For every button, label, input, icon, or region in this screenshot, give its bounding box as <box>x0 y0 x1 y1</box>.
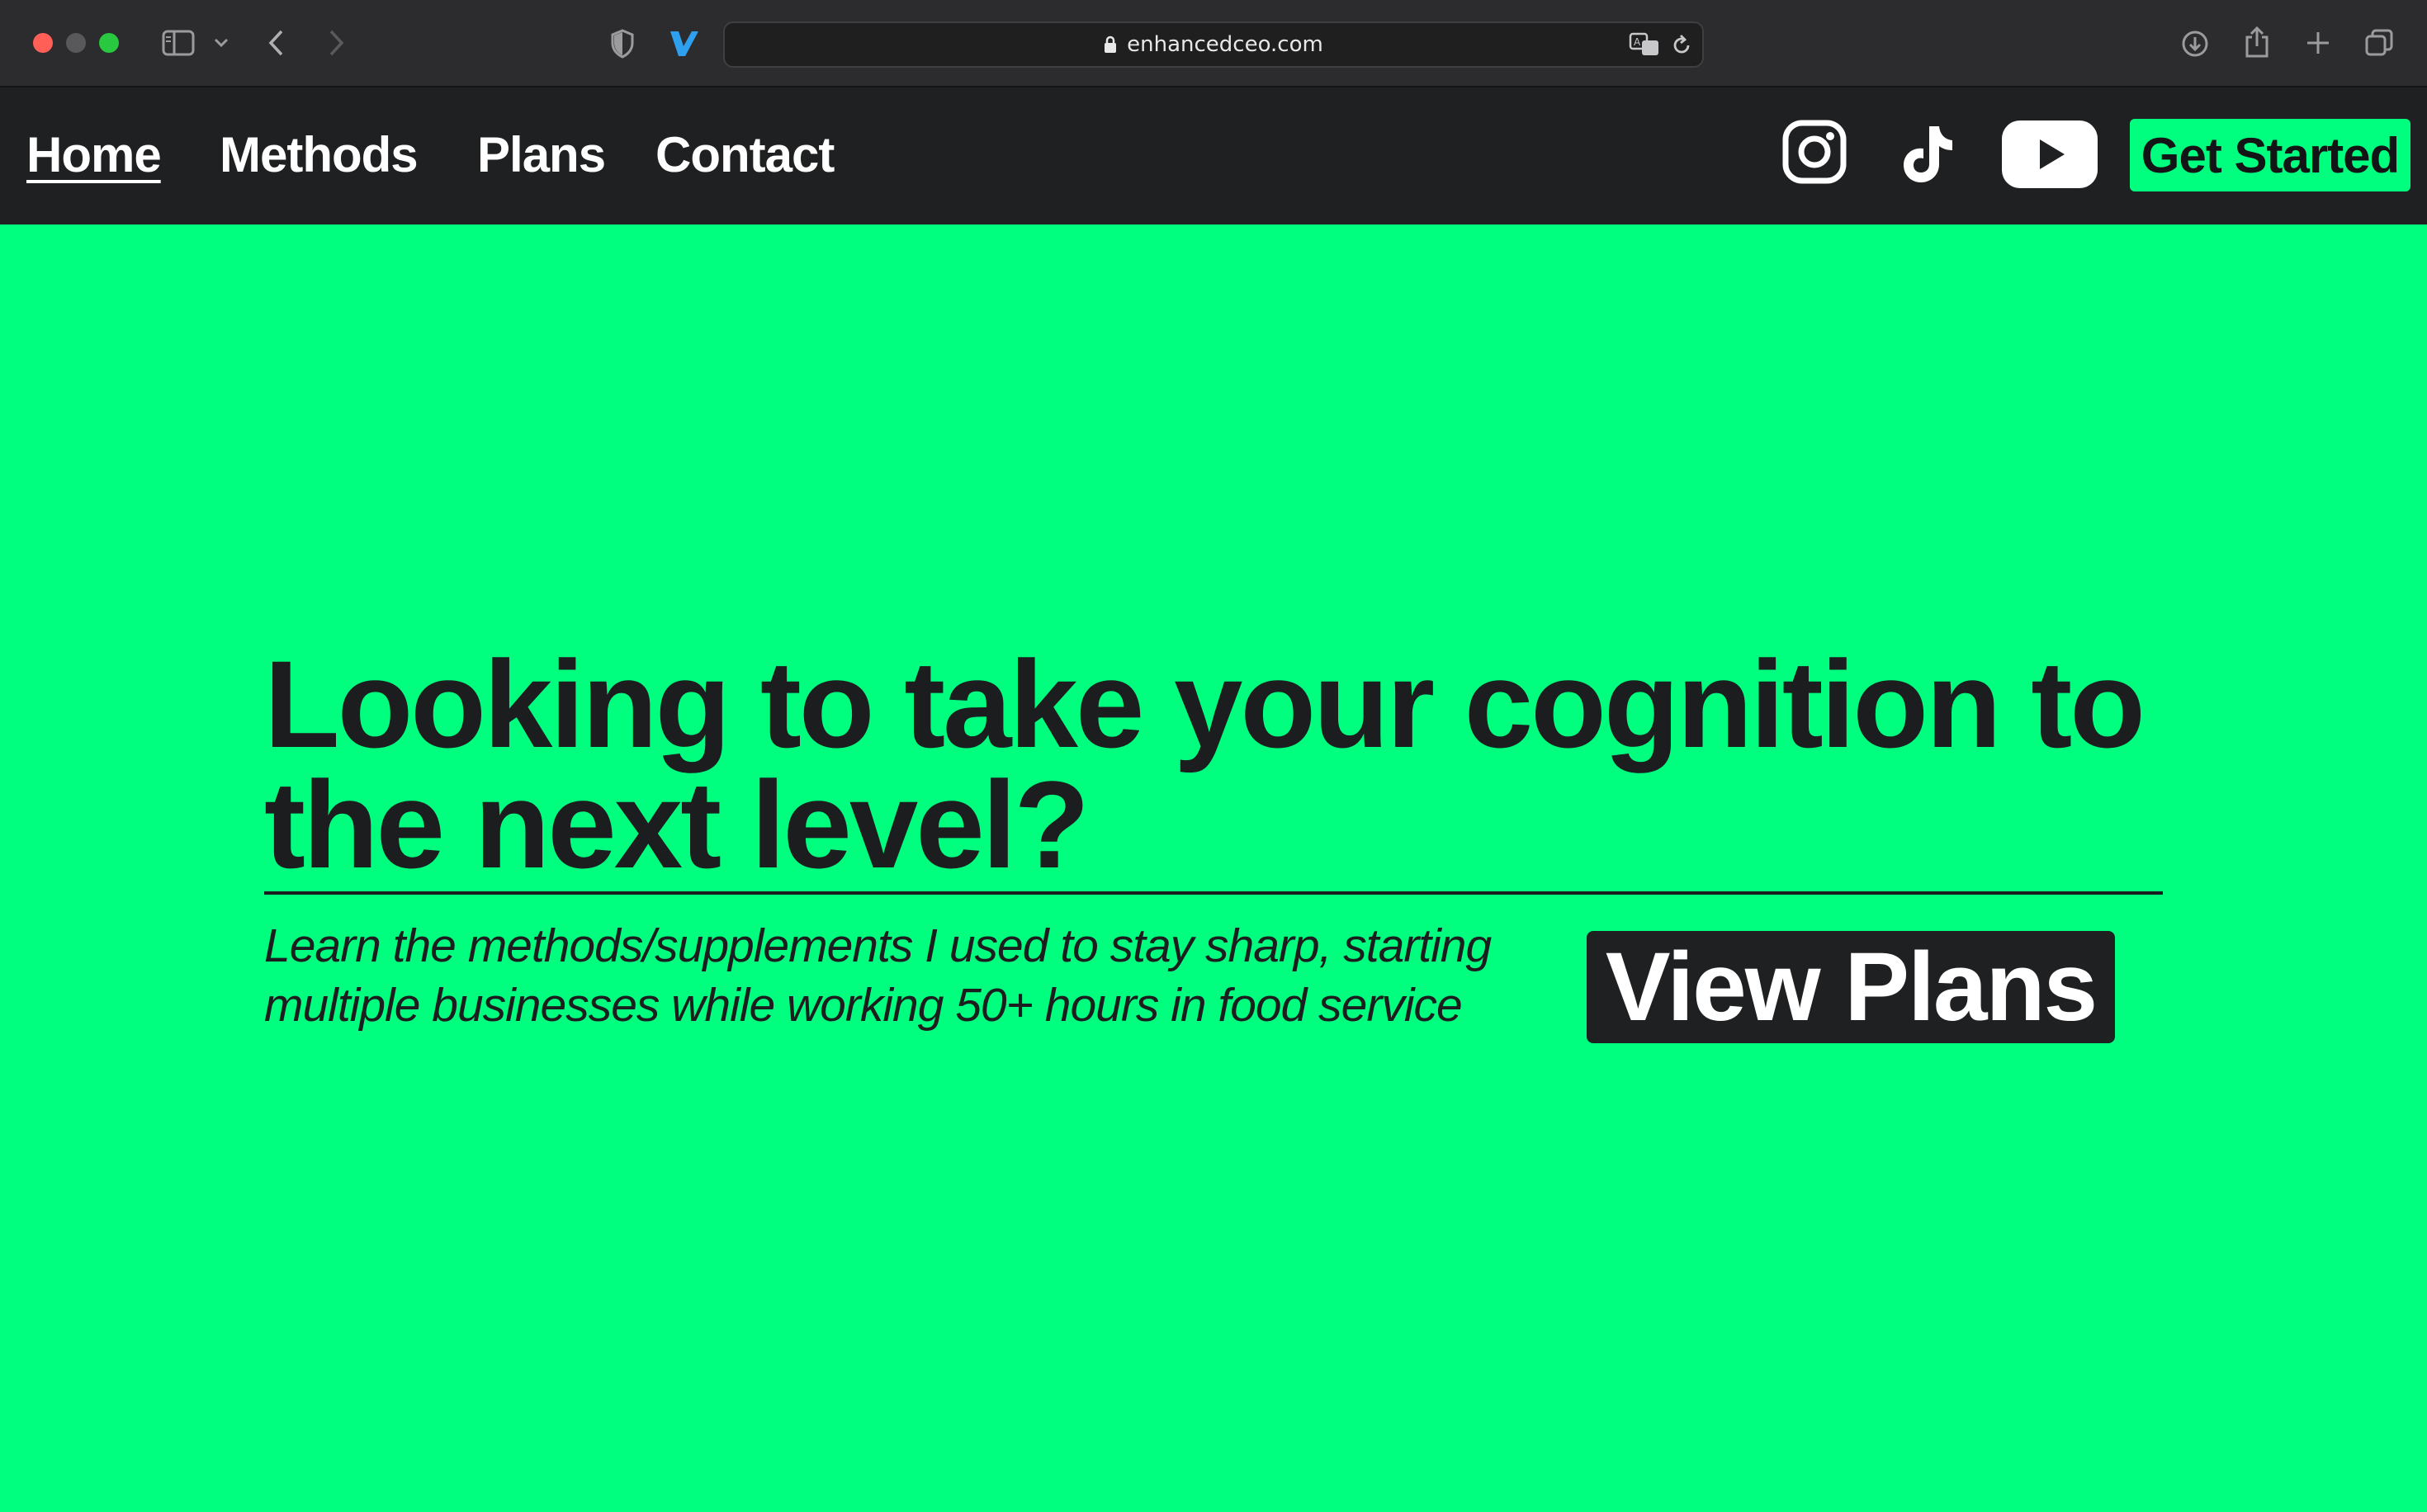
lock-icon <box>1105 35 1117 53</box>
address-bar[interactable]: enhancedceo.com A <box>723 21 1704 68</box>
reload-icon[interactable] <box>1669 33 1694 58</box>
youtube-icon[interactable] <box>2001 120 2098 188</box>
svg-text:A: A <box>1634 36 1641 48</box>
extension-icon[interactable] <box>665 26 702 59</box>
hero-subtitle: Learn the methods/supplements I used to … <box>264 919 1492 1032</box>
translate-icon[interactable]: A <box>1628 31 1661 58</box>
nav-link-plans[interactable]: Plans <box>477 130 606 180</box>
forward-icon[interactable] <box>324 28 348 58</box>
get-started-button[interactable]: Get Started <box>2130 119 2410 191</box>
close-window-button[interactable] <box>33 33 53 53</box>
nav-link-home[interactable]: Home <box>26 130 162 180</box>
new-tab-icon[interactable] <box>2303 28 2333 58</box>
nav-link-contact[interactable]: Contact <box>655 130 835 180</box>
zoom-window-button[interactable] <box>99 33 119 53</box>
download-icon[interactable] <box>2179 28 2211 59</box>
minimize-window-button[interactable] <box>66 33 86 53</box>
url-text: enhancedceo.com <box>1127 32 1323 57</box>
back-icon[interactable] <box>264 28 289 58</box>
shield-icon[interactable] <box>608 28 637 59</box>
divider <box>264 891 2163 895</box>
sidebar-icon[interactable] <box>160 28 196 58</box>
browser-toolbar: enhancedceo.com A <box>0 0 2427 87</box>
site-nav: Home Methods Plans Contact Get Started <box>0 87 2427 224</box>
chevron-down-icon[interactable] <box>211 35 231 51</box>
tab-overview-icon[interactable] <box>2363 26 2396 59</box>
tiktok-icon[interactable] <box>1899 122 1956 185</box>
share-icon[interactable] <box>2242 25 2272 59</box>
nav-link-methods[interactable]: Methods <box>220 130 419 180</box>
instagram-icon[interactable] <box>1781 119 1847 185</box>
view-plans-button[interactable]: View Plans <box>1587 931 2115 1043</box>
hero-title: Looking to take your cognition to the ne… <box>264 635 2146 894</box>
